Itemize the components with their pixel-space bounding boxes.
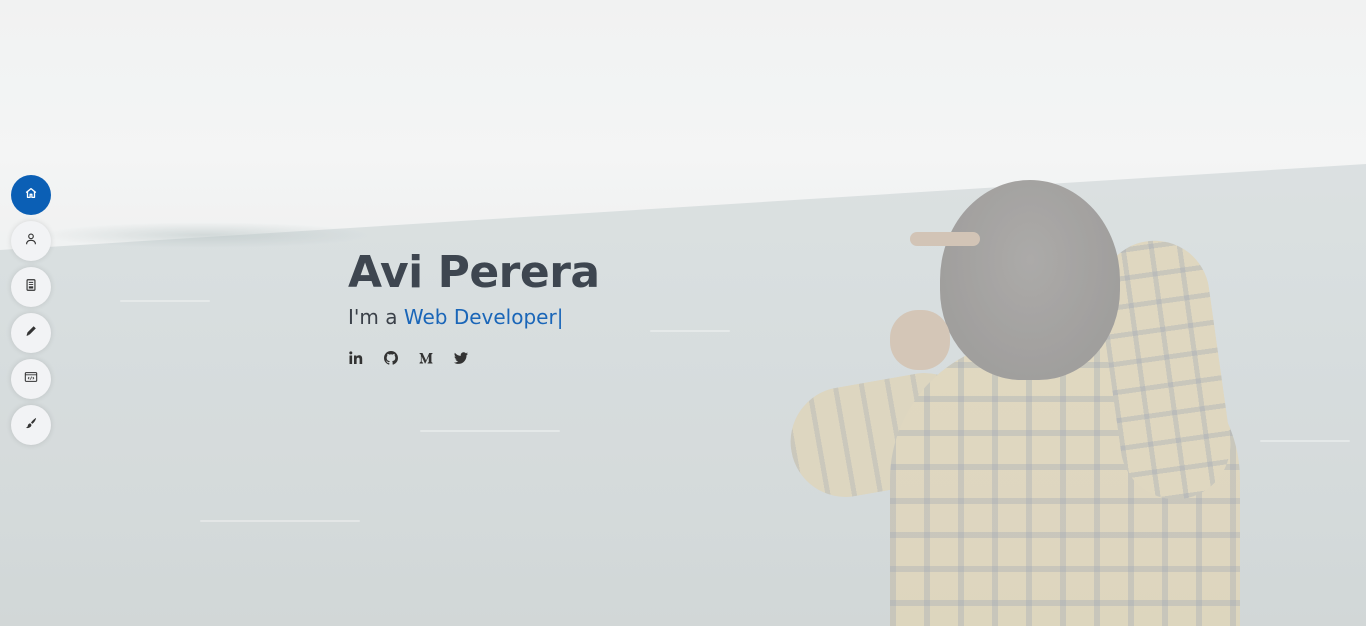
background-photo — [0, 0, 1366, 626]
brush-icon — [24, 416, 38, 435]
medium-link[interactable] — [418, 352, 434, 368]
nav-about-button[interactable] — [11, 221, 51, 261]
code-window-icon — [24, 370, 38, 389]
twitter-link[interactable] — [453, 350, 469, 371]
nav-portfolio-button[interactable] — [11, 359, 51, 399]
linkedin-icon — [348, 350, 364, 371]
linkedin-link[interactable] — [348, 350, 364, 371]
document-icon — [24, 278, 38, 297]
typed-role: Web Developer — [403, 305, 557, 329]
typing-cursor: | — [556, 305, 564, 329]
white-overlay — [0, 0, 1366, 626]
tagline-prefix: I'm a — [348, 305, 404, 329]
github-link[interactable] — [383, 350, 399, 371]
social-links — [348, 350, 488, 371]
hero-tagline: I'm a Web Developer| — [348, 304, 600, 330]
hero-section: Avi Perera I'm a Web Developer| — [348, 246, 600, 330]
pen-icon — [24, 324, 38, 343]
nav-blog-button[interactable] — [11, 313, 51, 353]
twitter-icon — [453, 350, 469, 371]
side-navigation — [11, 175, 51, 451]
user-icon — [24, 232, 38, 251]
nav-home-button[interactable] — [11, 175, 51, 215]
home-icon — [24, 186, 38, 205]
nav-resume-button[interactable] — [11, 267, 51, 307]
github-icon — [383, 350, 399, 371]
nav-design-button[interactable] — [11, 405, 51, 445]
medium-icon — [418, 350, 434, 371]
hero-name: Avi Perera — [348, 247, 600, 298]
